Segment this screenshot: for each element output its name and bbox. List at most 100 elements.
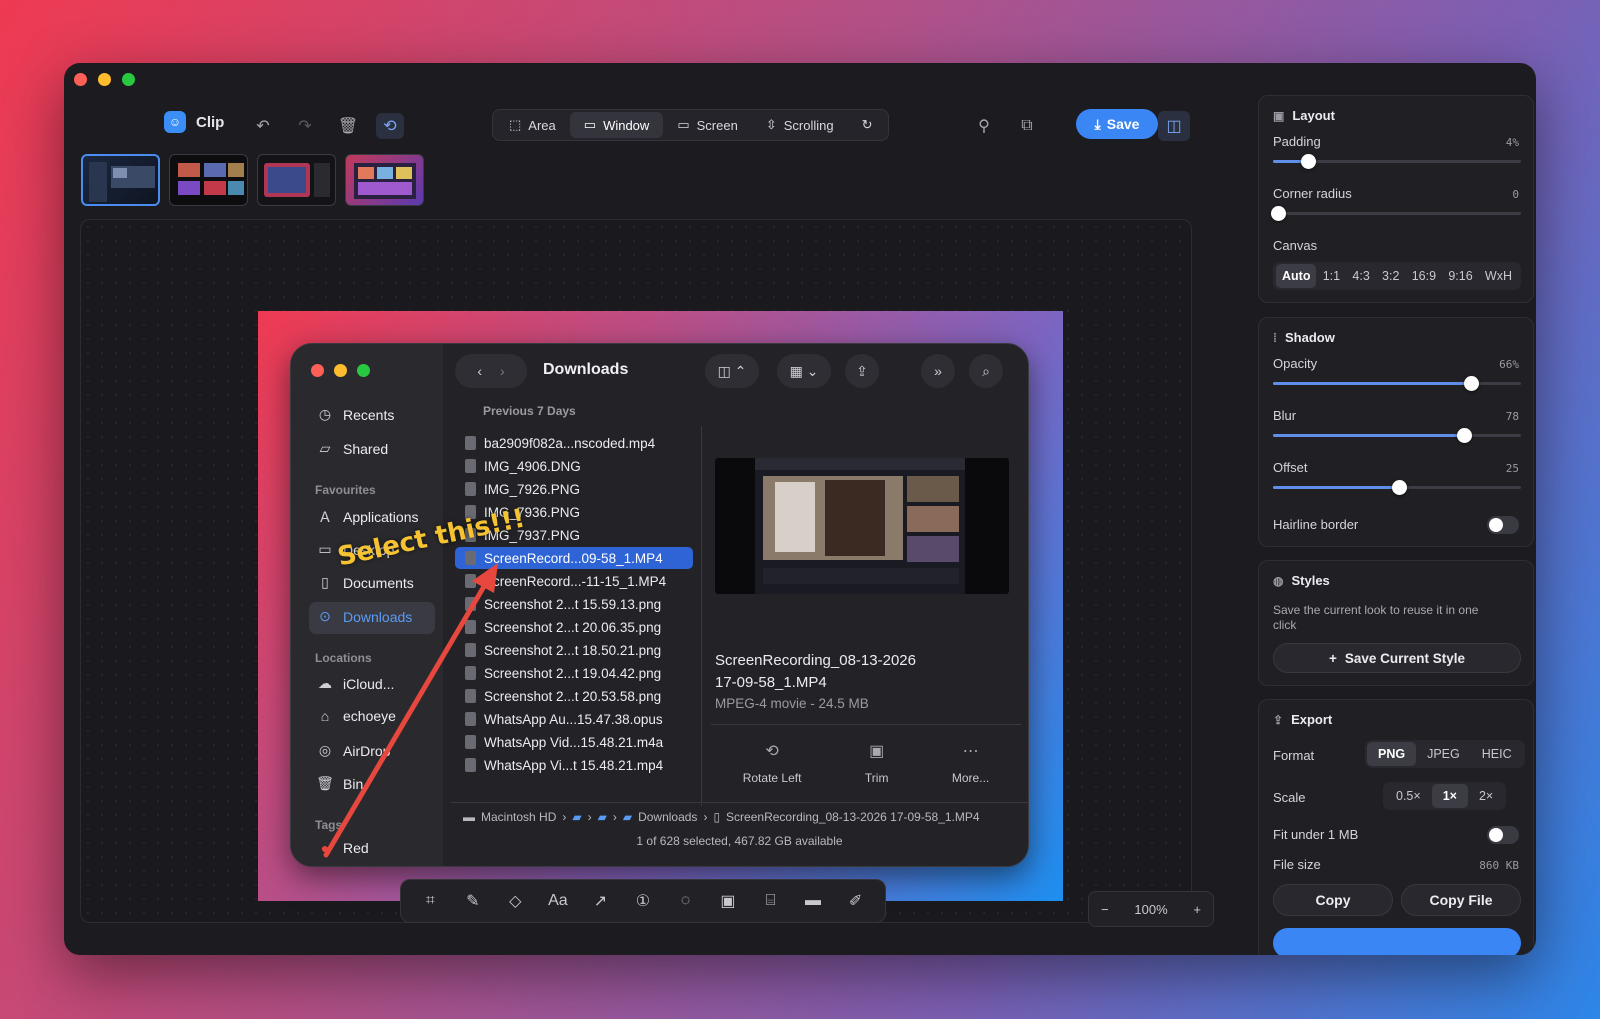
history-thumbnail[interactable]	[169, 154, 248, 206]
editor-canvas[interactable]: ◷ Recents ▱ Shared Favourites Ａ Application…	[80, 219, 1192, 923]
color-picker-icon[interactable]: ✐	[841, 886, 871, 916]
file-size-value: 860 KB	[1479, 859, 1519, 872]
history-thumbnail[interactable]	[81, 154, 160, 206]
ratio-16-9[interactable]: 16:9	[1406, 264, 1442, 288]
corner-radius-value: 0	[1512, 188, 1519, 201]
layout-icon: ▣	[1273, 108, 1285, 123]
padding-value: 4%	[1505, 136, 1519, 149]
scale-1x[interactable]: 1×	[1431, 784, 1468, 808]
zoom-out-button[interactable]: −	[1101, 902, 1109, 917]
thumbnail-preview	[354, 163, 416, 199]
screenshot-image: ◷ Recents ▱ Shared Favourites Ａ Application…	[258, 311, 1063, 901]
scale-label: Scale	[1273, 790, 1306, 805]
mode-screen[interactable]: ▭ Screen	[663, 112, 752, 138]
annotation-toolbar: ⌗ ✎ ◇ Aa ↗ ① ◌ ▣ ⌸ ▬ ✐	[400, 879, 886, 923]
export-card: ⇪ Export Format PNG JPEG HEIC Scale 0.5× …	[1258, 699, 1534, 955]
format-selector: PNG JPEG HEIC	[1365, 740, 1525, 768]
minimize-button[interactable]	[98, 73, 111, 86]
save-current-style-button[interactable]: + Save Current Style	[1273, 643, 1521, 673]
capture-mode-selector: ⬚ Area ▭ Window ▭ Screen ⇳ Scrolling ↻	[492, 109, 890, 141]
ocr-tool-icon[interactable]: ⌸	[756, 886, 786, 916]
window-icon: ▭	[583, 117, 597, 132]
thumbnail-preview	[89, 162, 155, 202]
offset-slider[interactable]	[1273, 480, 1521, 495]
arrow-shaft	[323, 580, 489, 858]
layout-card: ▣ Layout Padding 4% Corner radius 0 Canva…	[1258, 95, 1534, 303]
redo-icon[interactable]: ↷	[291, 113, 319, 139]
scale-half[interactable]: 0.5×	[1385, 784, 1432, 808]
ratio-auto[interactable]: Auto	[1276, 264, 1317, 288]
app-window: ☺ Clip ↶ ↷ 🗑 ⟲ ⬚ Area ▭ Window ▭ Screen ⇳ Sc…	[64, 63, 1536, 955]
history-icon[interactable]: ⟲	[376, 113, 404, 139]
arrow-tool-icon[interactable]: ↗	[585, 886, 615, 916]
opacity-value: 66%	[1499, 358, 1519, 371]
text-tool-icon[interactable]: Aa	[543, 886, 573, 916]
blur-value: 78	[1505, 410, 1519, 423]
offset-value: 25	[1505, 462, 1519, 475]
shadow-card: ⁞ Shadow Opacity 66% Blur 78 Offset 25 Ha…	[1258, 317, 1534, 547]
format-heic[interactable]: HEIC	[1471, 742, 1523, 766]
trash-icon[interactable]: 🗑	[334, 113, 362, 139]
fit-under-label: Fit under 1 MB	[1273, 827, 1359, 842]
styles-title: ◍ Styles	[1273, 573, 1330, 588]
copy-file-button[interactable]: Copy File	[1401, 884, 1521, 916]
shadow-icon: ⁞	[1273, 330, 1277, 345]
padding-label: Padding	[1273, 134, 1321, 149]
main-toolbar: ☺ Clip ↶ ↷ 🗑 ⟲ ⬚ Area ▭ Window ▭ Screen ⇳ Sc…	[64, 103, 1224, 149]
hairline-toggle[interactable]	[1487, 516, 1519, 534]
copy-button[interactable]: Copy	[1273, 884, 1393, 916]
capture-history	[81, 154, 424, 206]
zoom-in-button[interactable]: +	[1193, 902, 1201, 917]
thumbnail-preview	[264, 163, 330, 197]
hairline-label: Hairline border	[1273, 517, 1359, 532]
format-label: Format	[1273, 748, 1315, 763]
offset-label: Offset	[1273, 460, 1308, 475]
refresh-icon: ↻	[861, 117, 873, 132]
close-button[interactable]	[74, 73, 87, 86]
toggle-sidebar-icon[interactable]: ◫	[1158, 111, 1190, 141]
undo-icon[interactable]: ↶	[249, 113, 277, 139]
app-logo-icon: ☺	[164, 111, 186, 133]
monitor-icon: ▭	[677, 117, 690, 132]
scale-selector: 0.5× 1× 2×	[1383, 782, 1507, 810]
corner-radius-slider[interactable]	[1270, 206, 1521, 221]
blur-tool-icon[interactable]: ◌	[670, 886, 700, 916]
ratio-9-16[interactable]: 9:16	[1442, 264, 1478, 288]
pin-icon[interactable]: ⚲	[970, 113, 998, 139]
history-thumbnail[interactable]	[345, 154, 424, 206]
fit-under-toggle[interactable]	[1487, 826, 1519, 844]
shadow-title: ⁞ Shadow	[1273, 330, 1335, 345]
ratio-4-3[interactable]: 4:3	[1346, 264, 1375, 288]
plus-icon: +	[1329, 650, 1337, 666]
pen-icon[interactable]: ✎	[458, 886, 488, 916]
copy-icon[interactable]: ⧉	[1013, 113, 1041, 139]
mode-area[interactable]: ⬚ Area	[495, 112, 570, 138]
mode-window[interactable]: ▭ Window	[569, 112, 664, 138]
crop-icon[interactable]: ⌗	[415, 886, 445, 916]
opacity-slider[interactable]	[1273, 376, 1521, 391]
styles-description: Save the current look to reuse it in one…	[1273, 603, 1479, 632]
canvas-label: Canvas	[1273, 238, 1318, 253]
recapture-button[interactable]: ↻	[848, 112, 887, 138]
ratio-1-1[interactable]: 1:1	[1317, 264, 1346, 288]
padding-slider[interactable]	[1273, 154, 1521, 169]
export-button[interactable]	[1273, 928, 1521, 955]
window-controls	[74, 73, 135, 86]
format-jpeg[interactable]: JPEG	[1416, 742, 1471, 766]
format-png[interactable]: PNG	[1367, 742, 1417, 766]
export-icon: ⇪	[1273, 712, 1284, 727]
history-thumbnail[interactable]	[257, 154, 336, 206]
eraser-icon[interactable]: ◇	[500, 886, 530, 916]
scale-2x[interactable]: 2×	[1468, 784, 1504, 808]
blur-slider[interactable]	[1273, 428, 1521, 443]
counter-tool-icon[interactable]: ①	[628, 886, 658, 916]
ratio-custom[interactable]: WxH	[1479, 264, 1518, 288]
layout-title: ▣ Layout	[1273, 108, 1335, 123]
mode-scrolling[interactable]: ⇳ Scrolling	[752, 112, 848, 138]
save-button[interactable]: ⤓ Save	[1076, 109, 1158, 139]
zoom-button[interactable]	[122, 73, 135, 86]
blur-label: Blur	[1273, 408, 1297, 423]
highlight-tool-icon[interactable]: ▣	[713, 886, 743, 916]
ratio-3-2[interactable]: 3:2	[1376, 264, 1405, 288]
redact-tool-icon[interactable]: ▬	[798, 886, 828, 916]
